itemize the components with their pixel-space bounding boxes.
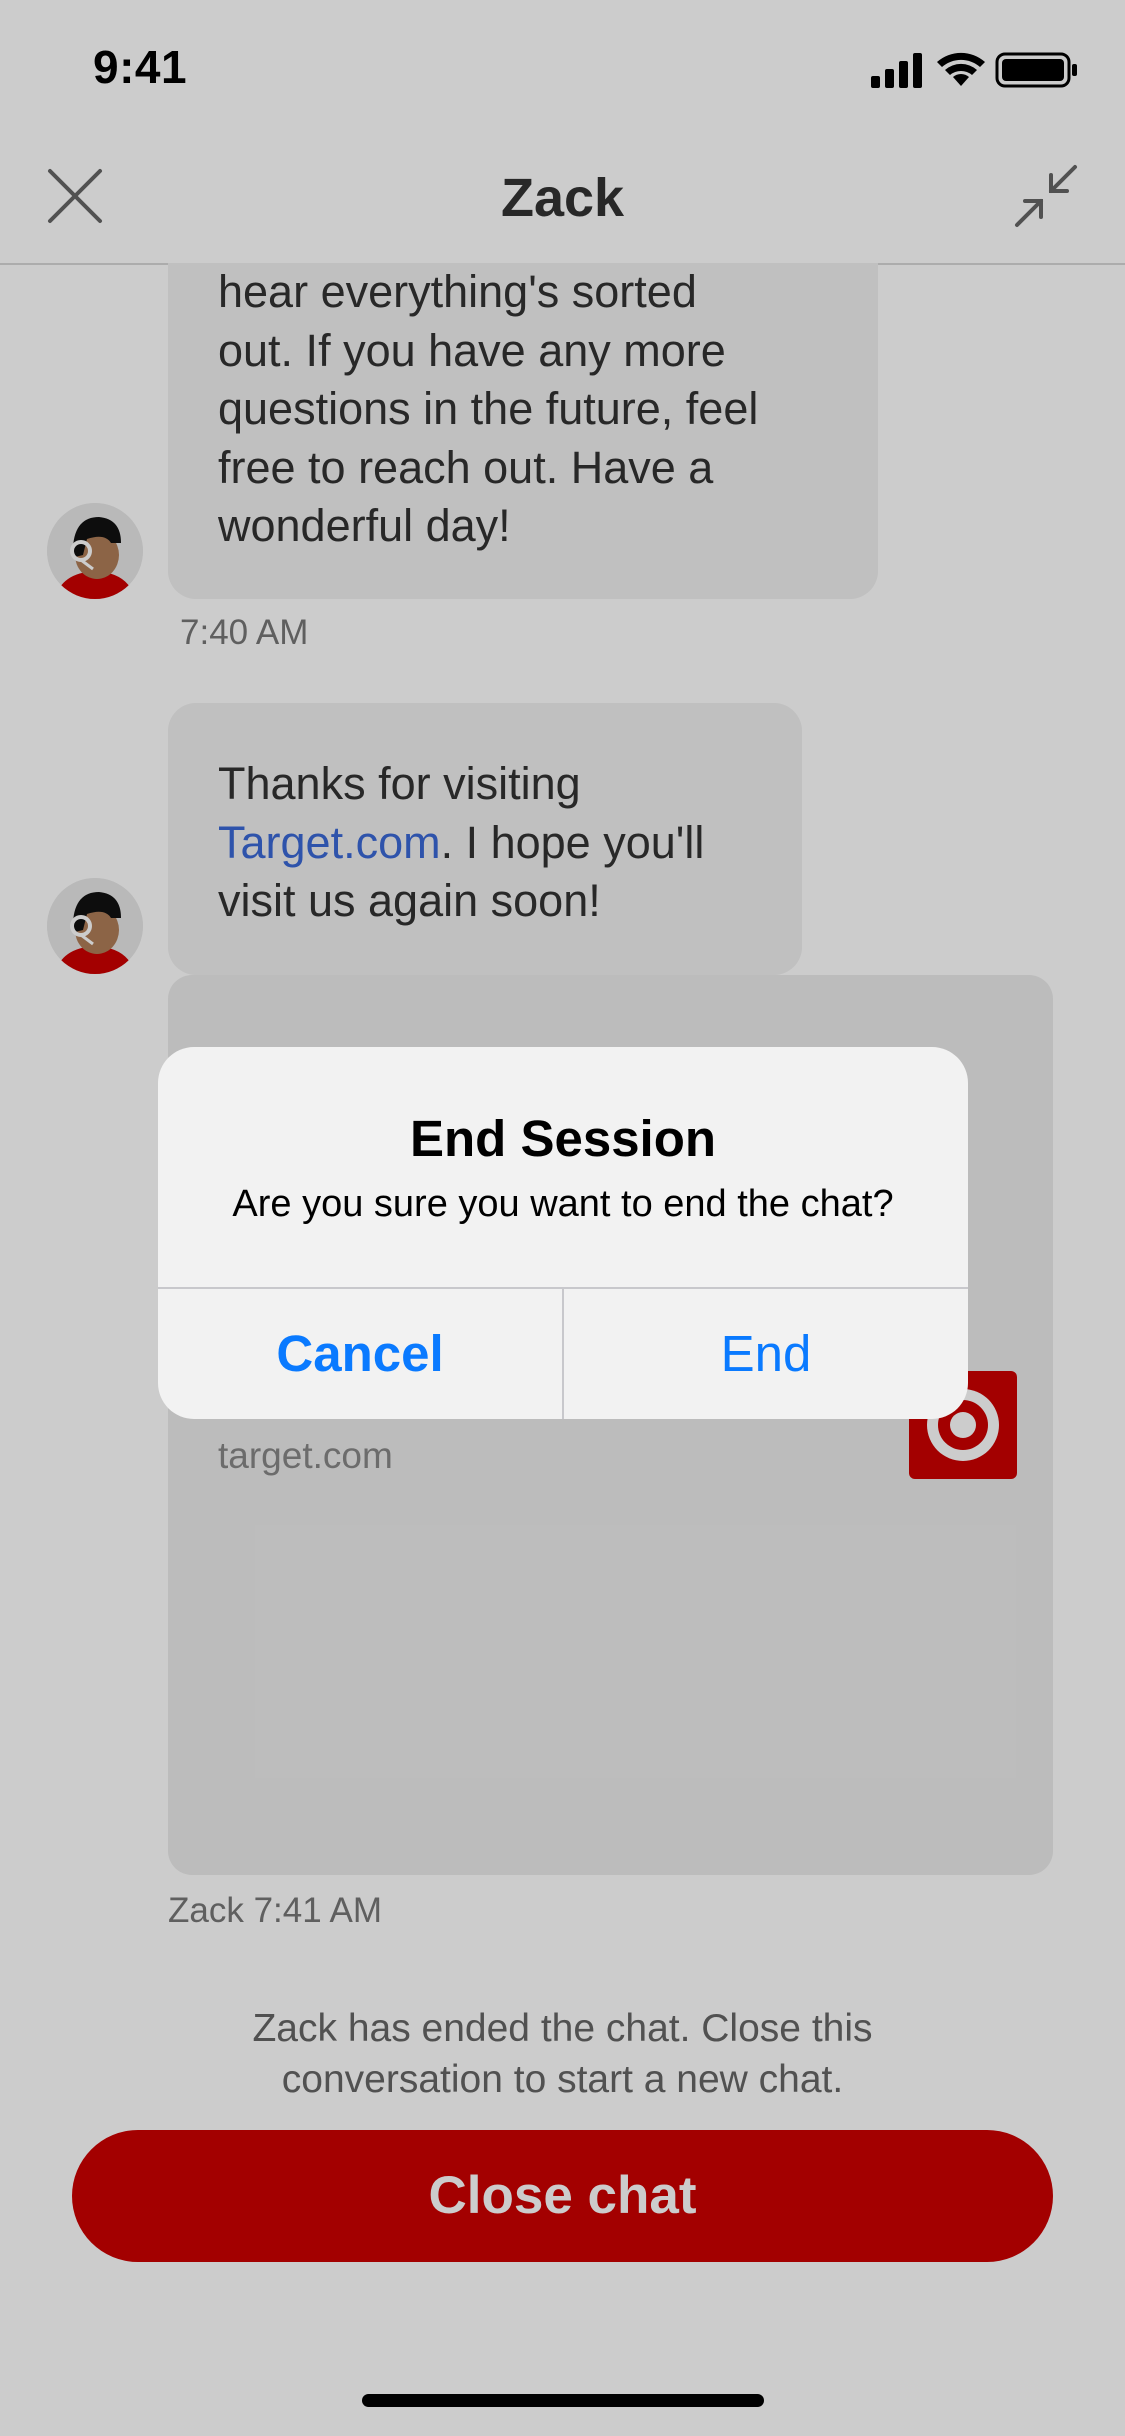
- alert-title: End Session: [409, 1110, 717, 1167]
- cancel-button[interactable]: Cancel: [158, 1289, 562, 1419]
- end-button[interactable]: End: [564, 1289, 968, 1419]
- alert-message: Are you sure you want to end the chat?: [232, 1183, 894, 1225]
- chat-screen: 9:41 Zack hear everything's sorted out. …: [0, 0, 1125, 2436]
- end-session-alert: End Session Are you sure you want to end…: [158, 1047, 968, 1419]
